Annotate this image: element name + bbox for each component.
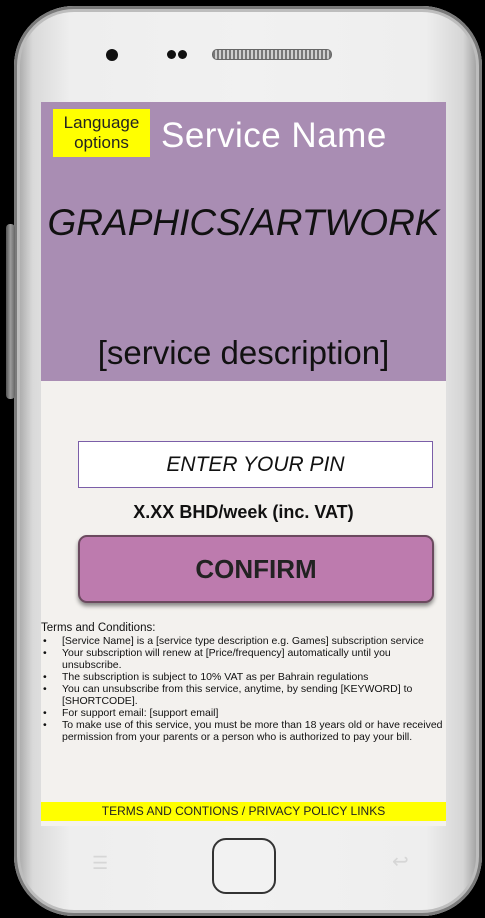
back-arrow-icon[interactable]: ↩ [392, 852, 416, 872]
language-options-label: Language options [63, 113, 140, 152]
hero-banner: Language options Service Name GRAPHICS/A… [41, 102, 446, 381]
graphics-placeholder: GRAPHICS/ARTWORK [47, 202, 440, 243]
terms-section: Terms and Conditions: [Service Name] is … [41, 622, 446, 743]
home-button-icon[interactable] [212, 838, 276, 894]
terms-item: [Service Name] is a [service type descri… [41, 635, 446, 647]
terms-title: Terms and Conditions: [41, 622, 156, 634]
sensor-icon [178, 50, 187, 59]
volume-side-button [6, 224, 15, 399]
terms-item: To make use of this service, you must be… [41, 719, 446, 743]
pin-input[interactable] [78, 441, 433, 488]
service-name-title: Service Name [161, 116, 387, 155]
menu-icon[interactable]: ☰ [92, 854, 112, 872]
terms-item: The subscription is subject to 10% VAT a… [41, 671, 446, 683]
terms-item: For support email: [support email] [41, 707, 446, 719]
terms-list: [Service Name] is a [service type descri… [41, 635, 446, 743]
language-options-button[interactable]: Language options [53, 109, 150, 157]
price-label: X.XX BHD/week (inc. VAT) [133, 502, 354, 522]
front-camera-icon [106, 49, 118, 61]
terms-item: You can unsubscribe from this service, a… [41, 683, 446, 707]
confirm-button[interactable]: CONFIRM [78, 535, 434, 603]
terms-item: Your subscription will renew at [Price/f… [41, 647, 446, 671]
sensor-icon [167, 50, 176, 59]
phone-screen: Language options Service Name GRAPHICS/A… [41, 102, 446, 826]
service-description: [service description] [97, 334, 390, 371]
terms-privacy-links[interactable]: TERMS AND CONTIONS / PRIVACY POLICY LINK… [41, 802, 446, 821]
speaker-grille [212, 49, 332, 60]
